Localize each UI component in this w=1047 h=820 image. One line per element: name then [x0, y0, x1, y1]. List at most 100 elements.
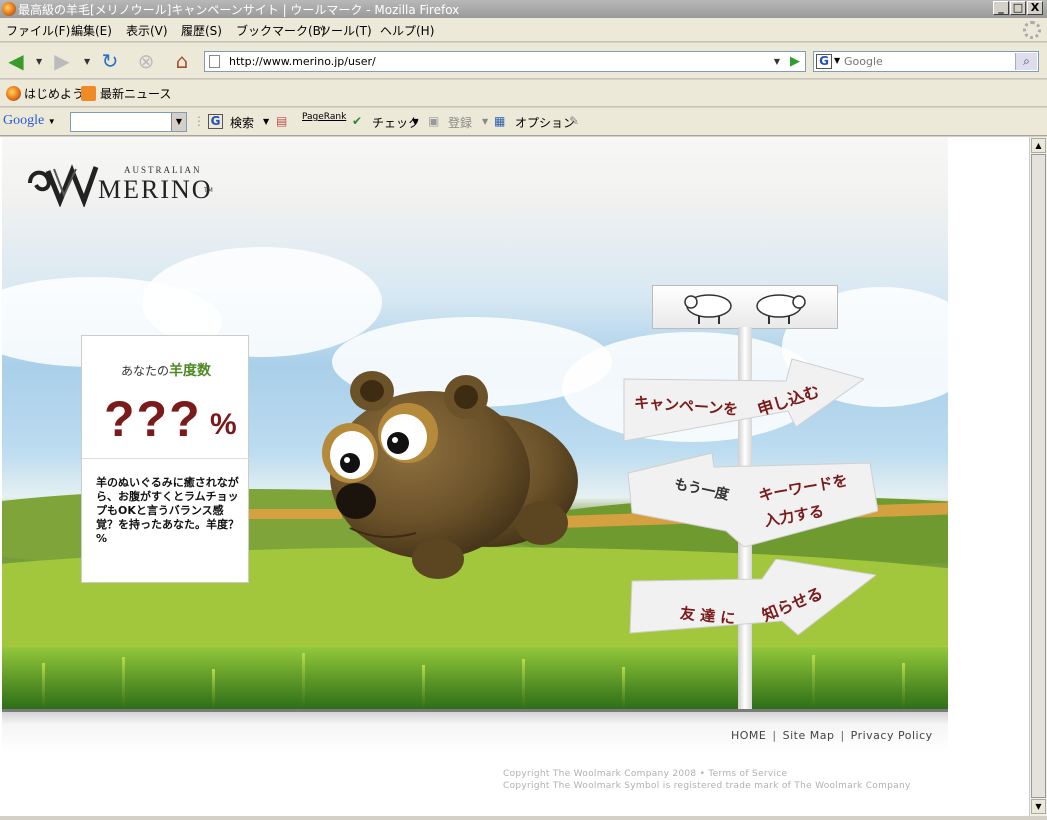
- forward-arrow-icon[interactable]: ▶: [50, 49, 74, 73]
- menu-bar: ファイル(F) 編集(E) 表示(V) 履歴(S) ブックマーク(B) ツール(…: [0, 18, 1047, 42]
- bookmark-latest-news[interactable]: 最新ニュース: [100, 85, 171, 102]
- page-icon: [209, 55, 220, 68]
- score-description: 羊のぬいぐるみに癒されながら、お腹がすくとラムチョップもOKと言うバランス感覚？…: [96, 476, 239, 545]
- google-search-button[interactable]: 検索: [230, 114, 254, 131]
- footer-sitemap-link[interactable]: Site Map: [783, 729, 835, 742]
- score-card: あなたの羊度数 ??? % 羊のぬいぐるみに癒されながら、お腹がすくとラムチョッ…: [81, 335, 250, 583]
- window-title: 最高級の羊毛[メリノウール]キャンペーンサイト | ウールマーク - Mozil…: [18, 3, 460, 17]
- page-viewport: AUSTRALIAN MERINO TM あなたの羊度数 ??? % 羊のぬいぐ…: [0, 137, 1029, 816]
- search-engine-dropdown-icon[interactable]: ▼: [834, 56, 840, 65]
- footer-links: HOME | Site Map | Privacy Policy: [731, 729, 933, 742]
- merino-logo[interactable]: AUSTRALIAN MERINO TM: [24, 161, 214, 211]
- logo-tm: TM: [204, 187, 213, 194]
- sheep-icon: [684, 294, 806, 324]
- google-toolbar: Google ▼ ▼ ⋮ G 検索 ▼ ▤ PageRank ✔ チェック ▼ …: [0, 108, 1047, 136]
- navigation-toolbar: ◀ ▼ ▶ ▼ ↻ ⊗ ⌂ http://www.merino.jp/user/…: [0, 43, 1047, 79]
- google-logo-text: Google: [3, 113, 45, 128]
- search-bar[interactable]: G ▼ ⌕: [813, 51, 1039, 72]
- footer-home-link[interactable]: HOME: [731, 729, 766, 742]
- google-g-icon: G: [208, 114, 223, 129]
- arrow-right-sign-shape: [629, 559, 876, 636]
- url-dropdown-icon[interactable]: ▼: [769, 52, 785, 71]
- search-input[interactable]: [844, 53, 1014, 70]
- options-button[interactable]: オプション: [515, 114, 575, 131]
- score-divider: [82, 458, 250, 459]
- check-dropdown-icon[interactable]: ▼: [412, 117, 418, 126]
- spellcheck-icon[interactable]: ✔: [352, 114, 362, 128]
- menu-tools[interactable]: ツール(T): [319, 22, 372, 39]
- firefox-bookmark-icon: [6, 86, 21, 101]
- score-unit: %: [210, 408, 237, 441]
- arrow-left-sign-shape: [627, 453, 878, 548]
- url-text[interactable]: http://www.merino.jp/user/: [229, 55, 376, 68]
- tell-a-friend-sign[interactable]: 友 達 に 知らせる: [626, 559, 876, 659]
- grass-blade: [522, 659, 525, 709]
- google-logo[interactable]: Google ▼: [3, 113, 56, 129]
- menu-bookmarks[interactable]: ブックマーク(B): [236, 22, 326, 39]
- copyright-line-1: Copyright The Woolmark Company 2008 • Te…: [503, 769, 788, 779]
- close-button[interactable]: X: [1027, 1, 1043, 15]
- merino-swirl-icon: [28, 164, 99, 207]
- back-arrow-icon[interactable]: ◀: [4, 49, 28, 73]
- menu-file[interactable]: ファイル(F): [6, 22, 70, 39]
- menu-edit[interactable]: 編集(E): [71, 22, 112, 39]
- grass-blade: [812, 655, 815, 709]
- footer-separator: |: [840, 729, 845, 742]
- enter-keyword-again-sign[interactable]: もう一度 キーワードを 入力する: [626, 453, 878, 551]
- firefox-icon: [2, 2, 16, 16]
- footer-separator: |: [772, 729, 777, 742]
- pagerank-indicator: PageRank: [302, 112, 347, 122]
- scroll-down-arrow-icon[interactable]: ▼: [1031, 799, 1046, 814]
- search-engine-icon[interactable]: G: [816, 54, 832, 69]
- news-icon[interactable]: ▤: [276, 114, 287, 128]
- menu-history[interactable]: 履歴(S): [181, 22, 222, 39]
- score-value: ???: [104, 391, 202, 447]
- url-bar[interactable]: http://www.merino.jp/user/ ▼: [204, 51, 806, 72]
- apply-campaign-sign[interactable]: キャンペーンを 申し込む: [620, 355, 864, 447]
- pencil-icon[interactable]: ✎: [569, 114, 579, 128]
- throbber-icon: [1023, 21, 1041, 39]
- score-heading-prefix: あなたの: [120, 364, 169, 378]
- wombat-character[interactable]: [320, 363, 582, 585]
- register-dropdown-icon[interactable]: ▼: [482, 117, 488, 126]
- sheep-sign: [652, 285, 838, 329]
- grass-blade: [302, 653, 305, 709]
- window-title-bar: 最高級の羊毛[メリノウール]キャンペーンサイト | ウールマーク - Mozil…: [0, 0, 1047, 18]
- scroll-up-arrow-icon[interactable]: ▲: [1031, 138, 1046, 153]
- footer-privacy-link[interactable]: Privacy Policy: [851, 729, 933, 742]
- logo-big-text: MERINO: [98, 175, 213, 204]
- grass-blade: [122, 657, 125, 709]
- menu-help[interactable]: ヘルプ(H): [380, 22, 434, 39]
- copyright-line-2: Copyright The Woolmark Symbol is registe…: [503, 781, 911, 791]
- minimize-button[interactable]: _: [993, 1, 1009, 15]
- google-search-dropdown-icon[interactable]: ▼: [171, 113, 186, 131]
- logo-small-text: AUSTRALIAN: [124, 165, 202, 175]
- grass-blade: [902, 663, 905, 709]
- flash-scene: AUSTRALIAN MERINO TM あなたの羊度数 ??? % 羊のぬいぐ…: [2, 137, 948, 709]
- maximize-button[interactable]: □: [1010, 1, 1026, 15]
- drag-handle-icon[interactable]: ⋮: [193, 114, 205, 128]
- reload-icon[interactable]: ↻: [98, 49, 122, 73]
- score-heading: あなたの羊度数: [82, 360, 250, 380]
- grass-blade: [622, 667, 625, 709]
- go-button-icon[interactable]: ▶: [786, 52, 804, 71]
- forward-dropdown-icon[interactable]: ▼: [84, 57, 90, 66]
- search-icon[interactable]: ⌕: [1015, 53, 1037, 70]
- grass-blade: [422, 665, 425, 709]
- register-button[interactable]: 登録: [448, 114, 472, 131]
- home-icon[interactable]: ⌂: [170, 49, 194, 73]
- scrollbar-thumb[interactable]: [1031, 154, 1046, 798]
- grass-blade: [212, 669, 215, 709]
- bookmark-getting-started[interactable]: はじめよう: [24, 85, 84, 102]
- subscribe-icon[interactable]: ▣: [428, 114, 439, 128]
- options-icon[interactable]: ▦: [494, 114, 505, 128]
- rss-feed-icon: [81, 86, 96, 101]
- stop-icon[interactable]: ⊗: [134, 49, 158, 73]
- menu-view[interactable]: 表示(V): [126, 22, 168, 39]
- bookmarks-toolbar: はじめよう 最新ニュース: [0, 80, 1047, 107]
- score-heading-emphasis: 羊度数: [169, 363, 211, 379]
- vertical-scrollbar[interactable]: ▲ ▼: [1029, 137, 1047, 816]
- google-search-field[interactable]: ▼: [70, 112, 187, 132]
- back-dropdown-icon[interactable]: ▼: [36, 57, 42, 66]
- search-dropdown-icon[interactable]: ▼: [263, 117, 269, 126]
